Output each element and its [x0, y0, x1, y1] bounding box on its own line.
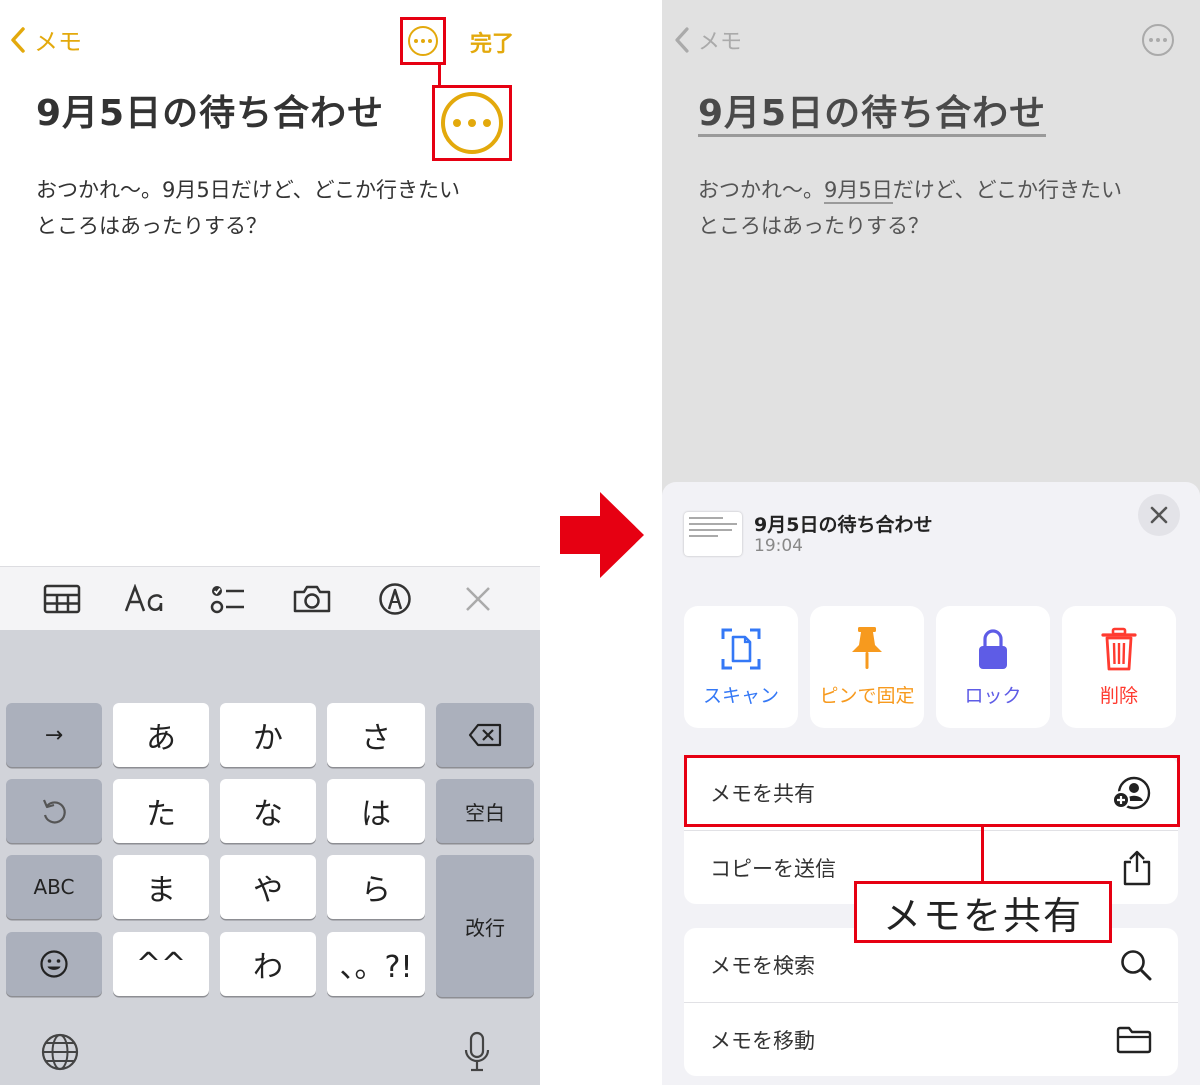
globe-button[interactable] [40, 1032, 80, 1076]
share-note-callout: メモを共有 [854, 881, 1112, 943]
note-thumbnail [684, 512, 742, 556]
note-body-line: ところはあったりする？ [36, 214, 267, 238]
close-icon [466, 586, 491, 611]
move-note-row[interactable]: メモを移動 [684, 1002, 1178, 1076]
table-icon [43, 584, 80, 613]
sheet-note-time: 19:04 [754, 536, 803, 556]
back-label: メモ [34, 28, 82, 56]
share-note-highlight [684, 755, 1180, 827]
more-icon-dimmed[interactable] [1142, 24, 1174, 56]
note-title-dimmed: 9月5日の待ち合わせ [698, 84, 1047, 137]
scan-button[interactable]: スキャン [684, 606, 798, 728]
emoji-icon [40, 950, 68, 978]
tools-group: メモを検索 メモを移動 [684, 928, 1178, 1076]
pin-icon [852, 627, 882, 669]
key-wa[interactable]: わ [220, 932, 316, 996]
text-format-button[interactable] [120, 574, 170, 624]
undo-icon [42, 799, 66, 824]
more-button-zoom [432, 85, 512, 161]
key-ha[interactable]: は [327, 779, 425, 843]
pin-button[interactable]: ピンで固定 [810, 606, 924, 728]
lock-button[interactable]: ロック [936, 606, 1050, 728]
camera-button[interactable] [287, 574, 337, 624]
pin-label: ピンで固定 [819, 685, 915, 707]
close-toolbar-button[interactable] [453, 574, 503, 624]
checklist-icon [211, 585, 245, 613]
key-arrow[interactable]: → [6, 703, 102, 767]
markup-pen-icon [379, 582, 411, 615]
key-na[interactable]: な [220, 779, 316, 843]
sheet-note-title: 9月5日の待ち合わせ [754, 514, 933, 536]
backspace-icon [468, 723, 502, 747]
move-note-label: メモを移動 [710, 1028, 815, 1053]
text-format-icon [124, 583, 163, 611]
send-copy-label: コピーを送信 [710, 856, 836, 881]
note-title-text: 9月5日の待ち合わせ [698, 93, 1047, 137]
lock-icon [979, 629, 1007, 669]
key-sa[interactable]: さ [327, 703, 425, 767]
transition-arrow-icon [560, 492, 646, 582]
formatting-toolbar [0, 566, 540, 630]
note-body-dimmed: おつかれ〜。9月5日だけど、どこか行きたい ところはあったりする？ [698, 172, 1178, 244]
note-body-line: おつかれ〜。9月5日だけど、どこか行きたい [36, 178, 461, 202]
more-icon-large [441, 92, 503, 154]
microphone-icon [464, 1031, 490, 1072]
abc-key[interactable]: ABC [6, 855, 102, 919]
globe-icon [41, 1033, 79, 1071]
date-link[interactable]: 9月5日 [824, 178, 893, 204]
note-title[interactable]: 9月5日の待ち合わせ [36, 84, 384, 136]
key-ka[interactable]: か [220, 703, 316, 767]
delete-button[interactable]: 削除 [1062, 606, 1176, 728]
left-screen: メモ 完了 9月5日の待ち合わせ おつかれ〜。9月5日だけど、どこか行きたい と… [0, 0, 540, 1085]
folder-icon [1116, 1026, 1152, 1053]
markup-button[interactable] [370, 574, 420, 624]
more-icon [408, 26, 438, 56]
back-button[interactable]: メモ [10, 22, 82, 57]
chevron-left-icon [675, 27, 689, 53]
body-text: だけど、どこか行きたい [892, 178, 1123, 202]
space-key[interactable]: 空白 [436, 779, 534, 843]
back-button-dimmed[interactable]: メモ [674, 24, 742, 56]
camera-icon [293, 585, 330, 612]
key-ma[interactable]: ま [113, 855, 209, 919]
body-text: おつかれ〜。 [698, 178, 824, 202]
checklist-button[interactable] [203, 574, 253, 624]
note-body-line: ところはあったりする？ [698, 214, 929, 238]
scan-document-icon [721, 628, 761, 670]
key-a[interactable]: あ [113, 703, 209, 767]
scan-label: スキャン [702, 685, 779, 707]
back-label: メモ [698, 30, 743, 55]
undo-key[interactable] [6, 779, 102, 843]
key-ya[interactable]: や [220, 855, 316, 919]
dictation-button[interactable] [462, 1030, 492, 1078]
key-ra[interactable]: ら [327, 855, 425, 919]
key-punctuation[interactable]: 、。?! [327, 932, 425, 996]
share-icon [1123, 850, 1151, 885]
lock-label: ロック [964, 685, 1022, 707]
key-ta[interactable]: た [113, 779, 209, 843]
search-icon [1121, 950, 1152, 981]
find-in-note-label: メモを検索 [710, 954, 815, 978]
emoji-key[interactable] [6, 932, 102, 996]
trash-icon [1101, 627, 1137, 671]
annotation-connector [438, 65, 441, 87]
delete-label: 削除 [1099, 685, 1138, 707]
key-emoticon[interactable]: ^^ [113, 932, 209, 996]
callout-connector [981, 826, 984, 882]
table-button[interactable] [37, 574, 87, 624]
more-button-highlight[interactable] [400, 17, 446, 65]
chevron-left-icon [11, 26, 25, 53]
return-key[interactable]: 改行 [436, 855, 534, 997]
note-body[interactable]: おつかれ〜。9月5日だけど、どこか行きたい ところはあったりする？ [36, 172, 516, 244]
close-icon [1150, 506, 1168, 524]
done-button[interactable]: 完了 [470, 26, 514, 58]
sheet-close-button[interactable] [1138, 494, 1180, 536]
backspace-key[interactable] [436, 703, 534, 767]
note-body-line: おつかれ〜。9月5日だけど、どこか行きたい [698, 172, 1178, 208]
